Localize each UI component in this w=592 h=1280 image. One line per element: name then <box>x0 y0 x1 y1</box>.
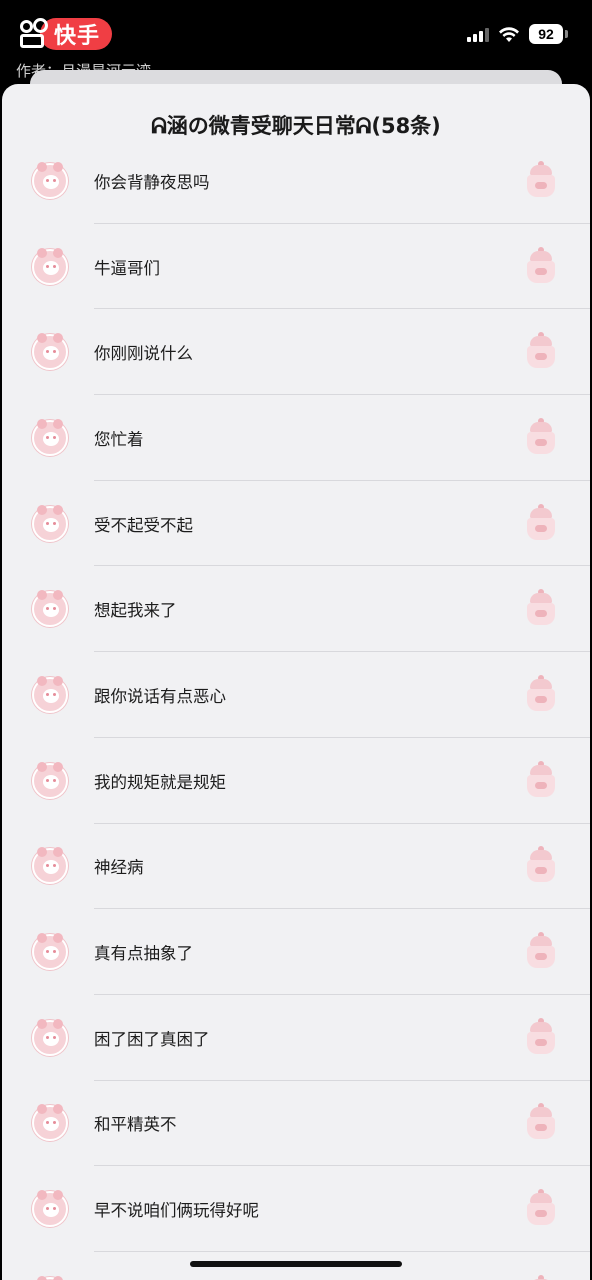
pink-pig-pot-icon[interactable] <box>526 417 556 456</box>
list-item[interactable]: 牛逼哥们 <box>2 224 590 310</box>
pink-bear-avatar-icon <box>32 333 68 371</box>
pink-pig-pot-icon[interactable] <box>526 246 556 285</box>
message-text: 您忙着 <box>94 429 144 449</box>
message-text: 你会背静夜思吗 <box>94 172 210 192</box>
message-text: 我的规矩就是规矩 <box>94 772 226 792</box>
pink-bear-avatar-icon <box>32 247 68 285</box>
pink-pig-pot-icon[interactable] <box>526 760 556 799</box>
list-item[interactable]: 你刚刚说什么 <box>2 309 590 395</box>
message-text: 真有点抽象了 <box>94 944 193 964</box>
logo-pill: 快手 <box>40 18 113 50</box>
message-text: 早不说咱们俩玩得好呢 <box>94 1201 259 1221</box>
list-item[interactable]: 真有点抽象了 <box>2 909 590 995</box>
list-item[interactable]: 您忙着 <box>2 395 590 481</box>
status-bar: 快手 92 <box>0 0 592 60</box>
status-icons: 92 <box>467 24 568 44</box>
pink-pig-pot-icon[interactable] <box>526 932 556 970</box>
list-item[interactable]: 跟你说话有点恶心 <box>2 652 590 738</box>
home-indicator[interactable] <box>190 1261 402 1267</box>
pink-bear-avatar-icon <box>32 675 68 713</box>
list-item[interactable]: 想起我来了 <box>2 566 590 652</box>
message-text: 你刚刚说什么 <box>94 344 193 364</box>
list-item[interactable]: 和平精英不 <box>2 1081 590 1167</box>
pink-pig-pot-icon[interactable] <box>526 332 556 370</box>
list-item[interactable]: 神经病 <box>2 824 590 910</box>
pink-bear-avatar-icon <box>32 933 68 971</box>
list-item[interactable]: 受不起受不起 <box>2 481 590 567</box>
pink-bear-avatar-icon <box>32 418 68 456</box>
battery-tip <box>565 30 568 38</box>
message-text: 困了困了真困了 <box>94 1029 210 1049</box>
pink-pig-pot-icon[interactable] <box>526 1103 556 1141</box>
pink-bear-avatar-icon <box>32 590 68 628</box>
message-text: 神经病 <box>94 858 144 878</box>
battery-indicator: 92 <box>529 24 563 44</box>
list-item[interactable]: 我的规矩就是规矩 <box>2 738 590 824</box>
message-text: 牛逼哥们 <box>94 258 160 278</box>
pink-bear-avatar-icon <box>32 847 68 885</box>
pink-pig-pot-icon[interactable] <box>526 1189 556 1227</box>
pink-pig-pot-icon[interactable] <box>526 1017 556 1056</box>
app-name: 快手 <box>54 24 101 49</box>
pink-pig-pot-icon[interactable] <box>526 846 556 884</box>
pink-bear-avatar-icon <box>32 1018 68 1056</box>
pink-bear-avatar-icon <box>32 1104 68 1142</box>
pink-pig-pot-icon[interactable] <box>526 503 556 542</box>
kuaishou-camera-icon <box>18 18 50 50</box>
kuaishou-logo[interactable]: 快手 <box>18 15 113 53</box>
message-text: 跟你说话有点恶心 <box>94 686 226 706</box>
pink-bear-avatar-icon <box>32 161 68 199</box>
message-text: 受不起受不起 <box>94 515 193 535</box>
sheet-title: ᕱ涵の微青受聊天日常ᕱ(58条) <box>151 114 441 138</box>
pink-pig-pot-icon[interactable] <box>526 674 556 713</box>
chat-list-sheet: ᕱ涵の微青受聊天日常ᕱ(58条) 你会背静夜思吗 牛逼哥们你刚刚说什么 您忙着受不起… <box>2 84 590 1280</box>
pink-bear-avatar-icon <box>32 504 68 542</box>
message-text: 和平精英不 <box>94 1115 177 1135</box>
pink-pig-pot-icon[interactable] <box>526 160 556 199</box>
signal-icon <box>467 26 489 42</box>
pink-pig-pot-icon[interactable] <box>526 589 556 627</box>
list-item[interactable]: 困了困了真困了 <box>2 995 590 1081</box>
message-text: 想起我来了 <box>94 601 177 621</box>
message-list: 你会背静夜思吗 牛逼哥们你刚刚说什么 您忙着受不起受不起 想起我来了跟你说话有点恶心我… <box>2 138 590 1280</box>
list-item[interactable]: 你会背静夜思吗 <box>2 138 590 224</box>
pink-bear-avatar-icon <box>32 1190 68 1228</box>
wifi-icon <box>499 27 519 42</box>
list-item[interactable]: 早不说咱们俩玩得好呢 <box>2 1166 590 1252</box>
pink-bear-avatar-icon <box>32 761 68 799</box>
